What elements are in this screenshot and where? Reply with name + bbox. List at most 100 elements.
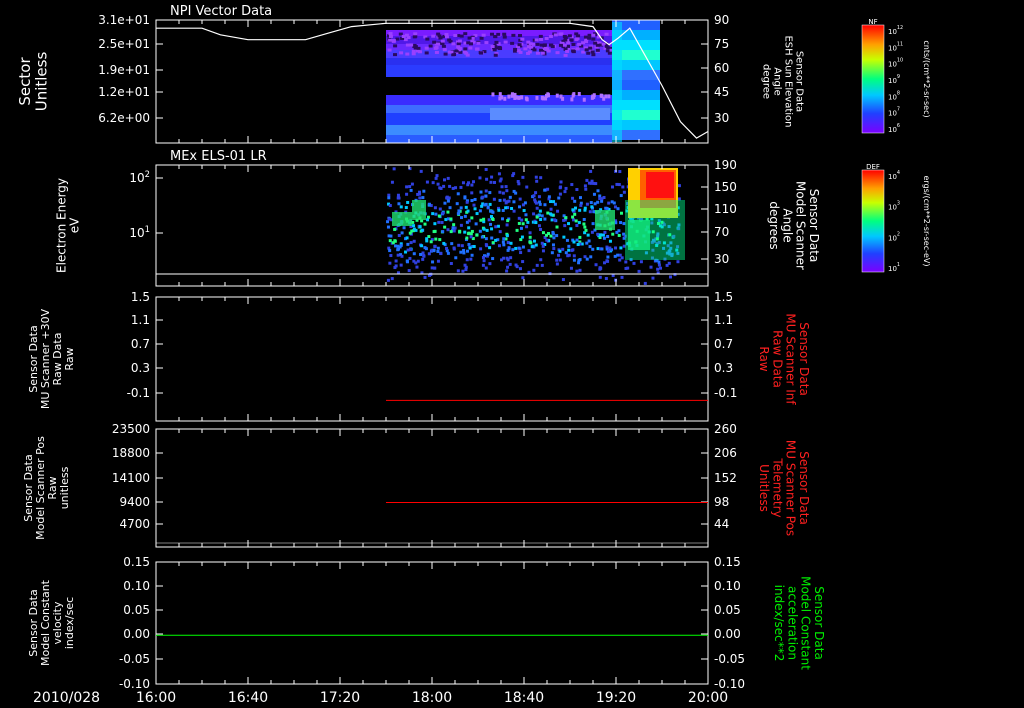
time-tick-label: 17:20	[320, 690, 360, 706]
right-axis-label: Sensor DataModel ScannerAngledegrees	[767, 181, 821, 270]
npi-heat-cell	[399, 51, 404, 55]
els-heat-cell	[534, 175, 538, 179]
els-heat-cell	[518, 267, 522, 271]
npi-heat-cell	[584, 48, 589, 52]
els-heat-cell	[455, 202, 459, 206]
els-heat-cell	[480, 204, 484, 208]
els-heat-cell	[528, 231, 532, 235]
npi-heat-cell	[393, 53, 398, 57]
els-heat-cell	[429, 240, 433, 244]
npi-heat-cell	[447, 50, 452, 54]
npi-heat-cell	[458, 50, 463, 54]
npi-heat-cell	[559, 94, 563, 99]
els-heat-cell	[470, 229, 474, 233]
els-heat-cell	[454, 256, 458, 260]
els-heat-cell	[497, 244, 501, 248]
els-heat-cell	[541, 244, 545, 248]
els-heat-cell	[436, 246, 440, 250]
npi-heat-cell	[416, 46, 421, 50]
els-heat-cell	[489, 180, 493, 184]
els-heat-cell	[499, 177, 503, 181]
els-heat-cell	[604, 206, 608, 210]
els-heat-cell	[621, 185, 625, 189]
left-tick-label: 6.2e+00	[98, 111, 150, 125]
els-heat-cell	[391, 241, 395, 245]
npi-heat-cell	[572, 92, 576, 97]
els-heat-cell	[446, 176, 450, 180]
npi-heat-cell	[607, 94, 611, 99]
els-heat-cell	[590, 230, 594, 234]
els-heat-cell	[619, 221, 623, 225]
npi-heat-tail	[612, 22, 622, 142]
els-heat-cell	[435, 174, 439, 178]
els-heat-cell	[436, 182, 440, 186]
els-heat-cell	[478, 176, 482, 180]
els-heat-cell	[500, 258, 504, 262]
panel-model_const: 0.15 0.10 0.05 0.00 -0.05 -0.10 0.15 0.10 0.05 0.…	[27, 555, 826, 691]
els-heat-cell	[433, 229, 437, 233]
els-heat-cell	[463, 230, 467, 234]
right-axis-label: Sensor DataESH Sun ElevationAngledegree	[761, 35, 805, 127]
els-heat-cell	[564, 216, 568, 220]
els-heat-cell	[572, 258, 576, 262]
els-heat-cell	[439, 252, 443, 256]
els-heat-cell	[669, 275, 673, 279]
els-heat-cell	[624, 266, 628, 270]
els-heat-cell	[405, 192, 409, 196]
els-heat-cell	[438, 186, 442, 190]
els-heat-cell	[539, 218, 543, 222]
els-heat-cell	[426, 218, 430, 222]
els-heat-cell	[410, 182, 414, 186]
els-heat-cell	[485, 244, 489, 248]
els-heat-cell	[473, 197, 477, 201]
els-heat-cell	[656, 267, 660, 271]
els-heat-cell	[467, 242, 471, 246]
els-heat-cell	[522, 209, 526, 213]
npi-heat-cell	[434, 50, 439, 54]
npi-heat-cell	[570, 97, 574, 102]
left-tick-label: 2.5e+01	[98, 37, 150, 51]
els-heat-cell	[434, 212, 438, 216]
els-heat-cell	[452, 247, 456, 251]
npi-heat-cell	[388, 34, 393, 38]
els-heat-cell	[449, 217, 453, 221]
npi-heat-cell	[548, 34, 553, 38]
els-heat-cell	[438, 207, 442, 211]
els-heat-cell	[456, 269, 460, 273]
els-heat-cell	[516, 180, 520, 184]
els-heat-patch	[412, 200, 426, 220]
els-heat-cell	[569, 227, 573, 231]
els-heat-cell	[616, 207, 620, 211]
els-heat-cell	[412, 239, 416, 243]
npi-heat-cell	[391, 39, 396, 43]
els-heat-cell	[437, 220, 441, 224]
els-heat-cell	[486, 205, 490, 209]
els-heat-cell	[407, 269, 411, 273]
els-heat-cell	[572, 240, 576, 244]
els-heat-cell	[467, 226, 471, 230]
els-heat-cell	[452, 223, 456, 227]
els-heat-cell	[491, 257, 495, 261]
left-axis-label: Sensor DataModel Scanner PosRawunitless	[22, 436, 71, 540]
els-heat-cell	[478, 209, 482, 213]
npi-heat-row	[386, 65, 612, 77]
els-heat-cell	[393, 227, 397, 231]
npi-heat-cell	[591, 33, 596, 37]
els-heat-cell	[412, 227, 416, 231]
els-heat-cell	[446, 210, 450, 214]
els-heat-cell	[509, 256, 513, 260]
right-tick-label: 75	[714, 37, 729, 51]
els-heat-cell	[615, 182, 619, 186]
colorbar-npi	[861, 24, 885, 134]
els-heat-cell	[558, 186, 562, 190]
els-heat-cell	[481, 255, 485, 259]
els-heat-cell	[388, 204, 392, 208]
els-heat-cell	[539, 227, 543, 231]
els-heat-cell	[572, 254, 576, 258]
right-tick-label: 70	[714, 225, 729, 239]
npi-heat-cell	[520, 95, 524, 100]
els-heat-cell	[573, 206, 577, 210]
els-heat-cell	[617, 233, 621, 237]
els-heat-cell	[472, 203, 476, 207]
els-heat-cell	[434, 176, 438, 180]
